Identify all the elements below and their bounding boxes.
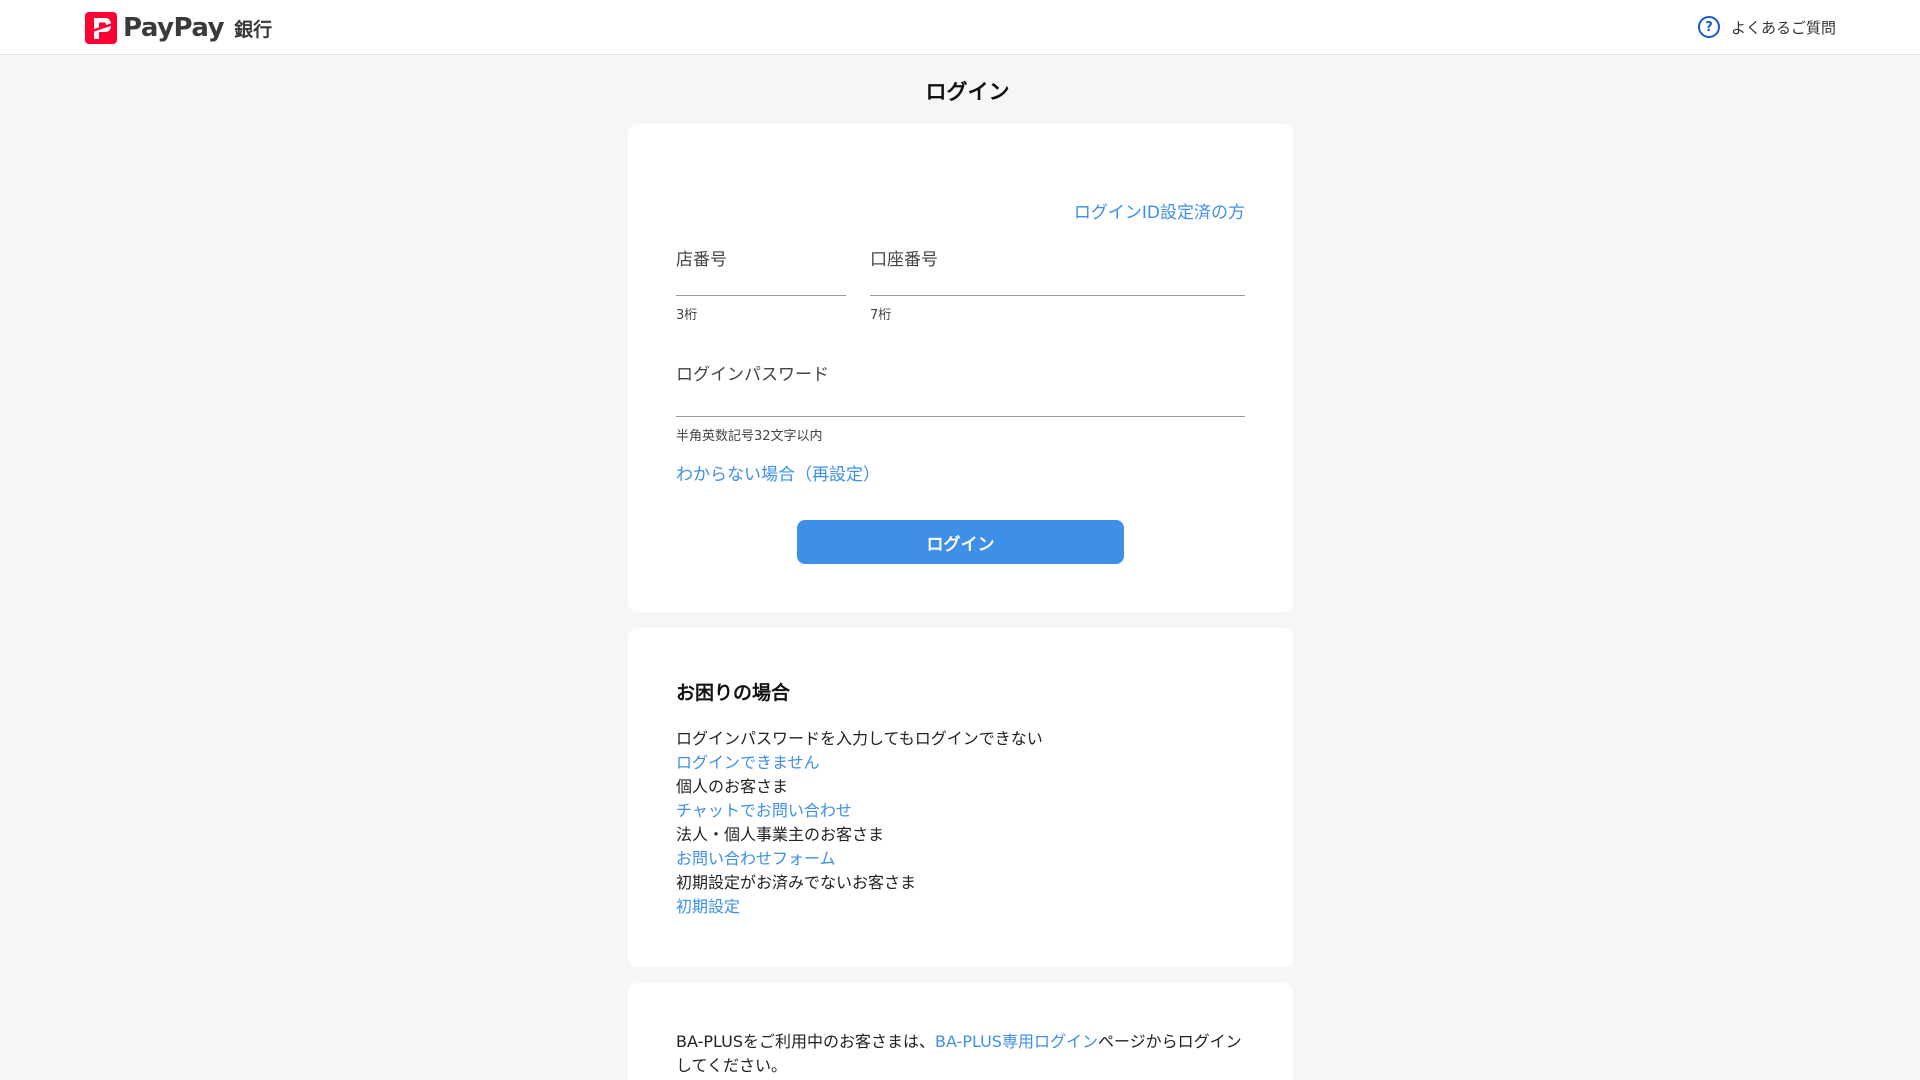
help-item-text: 個人のお客さま: [676, 777, 789, 796]
baplus-login-link[interactable]: BA-PLUS専用ログイン: [935, 1032, 1098, 1051]
question-circle-icon: ?: [1697, 16, 1720, 38]
password-reset-link[interactable]: わからない場合（再設定）: [676, 460, 880, 485]
baplus-notice: BA-PLUSをご利用中のお客さまは、BA-PLUS専用ログインページからログイ…: [676, 1030, 1256, 1078]
password-input[interactable]: [676, 385, 1245, 417]
baplus-prefix: BA-PLUSをご利用中のお客さまは、: [676, 1032, 935, 1051]
login-card: ログインID設定済の方 店番号 3桁 口座番号 7桁 ログインパスワード 半角英…: [628, 124, 1293, 612]
logo-bank-text: 銀行: [234, 18, 273, 41]
account-number-input[interactable]: [870, 264, 1245, 296]
help-title: お困りの場合: [676, 682, 791, 704]
help-item-text: ログインパスワードを入力してもログインできない: [676, 729, 1043, 748]
page-title: ログイン: [925, 80, 1010, 104]
cannot-login-link[interactable]: ログインできません: [676, 753, 820, 772]
baplus-card: BA-PLUSをご利用中のお客さまは、BA-PLUS専用ログインページからログイ…: [628, 983, 1293, 1080]
initial-setup-link[interactable]: 初期設定: [676, 897, 740, 916]
account-number-hint: 7桁: [870, 308, 892, 323]
chat-inquiry-link[interactable]: チャットでお問い合わせ: [676, 801, 852, 820]
login-id-link[interactable]: ログインID設定済の方: [1074, 198, 1245, 223]
branch-number-input[interactable]: [676, 264, 846, 296]
help-list: ログインパスワードを入力してもログインできない ログインできません 個人のお客さ…: [676, 727, 1043, 919]
branch-number-hint: 3桁: [676, 308, 698, 323]
help-item-text: 法人・個人事業主のお客さま: [676, 825, 885, 844]
login-button[interactable]: ログイン: [797, 520, 1124, 564]
faq-label: よくあるご質問: [1730, 18, 1836, 37]
password-label: ログインパスワード: [676, 365, 829, 385]
paypay-bank-logo[interactable]: PayPay 銀行: [85, 12, 272, 44]
inquiry-form-link[interactable]: お問い合わせフォーム: [676, 849, 836, 868]
logo-text: PayPay: [123, 13, 225, 43]
help-card: お困りの場合 ログインパスワードを入力してもログインできない ログインできません…: [628, 628, 1293, 967]
paypay-logo-icon: [85, 12, 117, 44]
help-item-text: 初期設定がお済みでないお客さま: [676, 873, 917, 892]
faq-link[interactable]: ? よくあるご質問: [1697, 16, 1836, 38]
password-hint: 半角英数記号32文字以内: [676, 429, 823, 444]
site-header: PayPay 銀行 ? よくあるご質問: [0, 0, 1920, 55]
